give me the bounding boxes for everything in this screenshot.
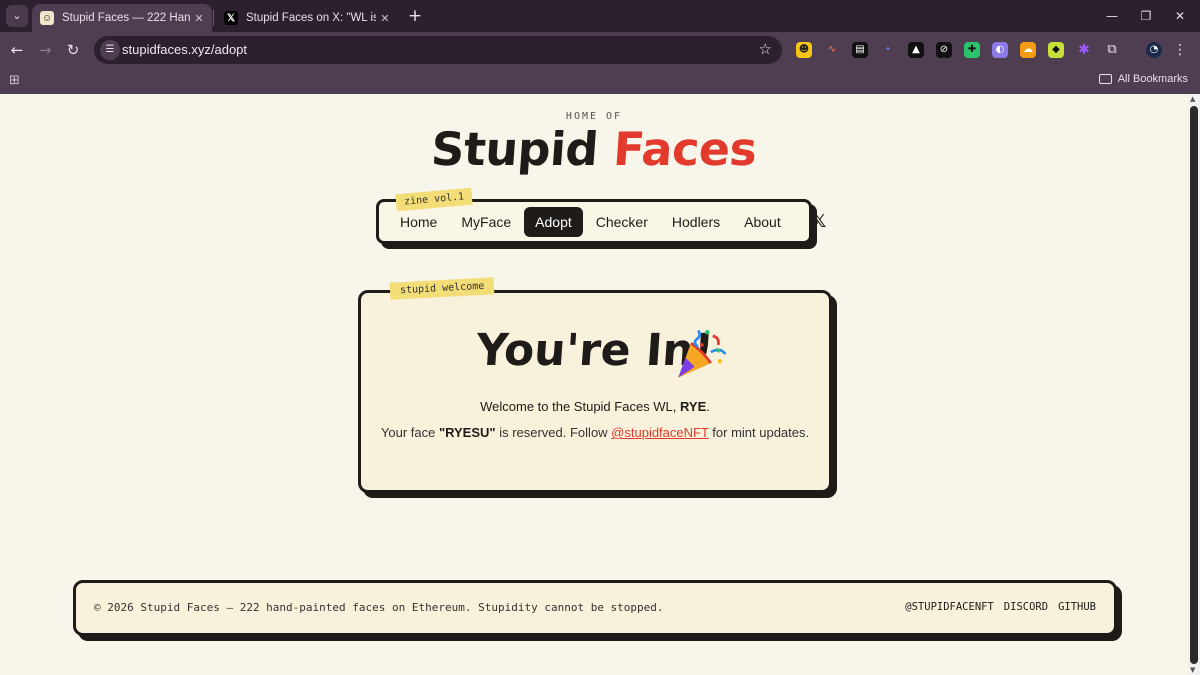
nav-checker[interactable]: Checker bbox=[585, 207, 659, 237]
address-bar[interactable]: ☰ stupidfaces.xyz/adopt ☆ bbox=[94, 36, 782, 64]
bookmark-star-icon[interactable]: ☆ bbox=[759, 40, 772, 58]
dot-extension-icon[interactable]: • bbox=[880, 42, 896, 58]
tab-title: Stupid Faces — 222 Hand-paint bbox=[62, 12, 190, 24]
footer-copyright: © 2026 Stupid Faces — 222 hand-painted f… bbox=[94, 601, 664, 614]
site-info-icon[interactable]: ☰ bbox=[100, 40, 120, 60]
film-extension-icon[interactable]: ▤ bbox=[852, 42, 868, 58]
minimize-window-button[interactable]: — bbox=[1102, 7, 1122, 25]
url-text[interactable]: stupidfaces.xyz/adopt bbox=[122, 42, 247, 57]
card-heading: You're In! bbox=[474, 325, 716, 376]
welcome-name: RYE bbox=[680, 399, 707, 414]
bookmarks-bar: ⊞ All Bookmarks bbox=[0, 68, 1200, 94]
page-scrollbar[interactable]: ▲ ▼ bbox=[1188, 94, 1200, 675]
wave-extension-icon[interactable]: ∿ bbox=[824, 42, 840, 58]
close-tab-icon[interactable]: ✕ bbox=[190, 12, 208, 25]
browser-toolbar: ← → ↻ ☰ stupidfaces.xyz/adopt ☆ ☻ ∿ ▤ • … bbox=[0, 32, 1200, 92]
x-logo-icon[interactable]: 𝕏 bbox=[812, 211, 827, 232]
restore-window-button[interactable]: ❐ bbox=[1136, 7, 1156, 25]
nav-hodlers[interactable]: Hodlers bbox=[661, 207, 731, 237]
profile-avatar[interactable]: ◔ bbox=[1146, 42, 1162, 58]
new-tab-button[interactable]: + bbox=[404, 6, 426, 28]
page-viewport: HOME OF Stupid Faces Home MyFace Adopt C… bbox=[0, 94, 1188, 675]
browser-tab-strip: ⌄ ☺ Stupid Faces — 222 Hand-paint ✕ 𝕏 St… bbox=[0, 0, 1200, 32]
extensions-puzzle-icon[interactable]: ⧉ bbox=[1104, 42, 1120, 58]
back-button[interactable]: ← bbox=[6, 39, 28, 61]
apps-grid-icon[interactable]: ⊞ bbox=[9, 73, 20, 88]
site-title-part1: Stupid bbox=[429, 122, 600, 176]
reserved-suffix: for mint updates. bbox=[708, 425, 810, 440]
tab-separator bbox=[213, 10, 214, 26]
welcome-text: Welcome to the Stupid Faces WL, RYE. bbox=[361, 399, 829, 414]
nav-adopt[interactable]: Adopt bbox=[524, 206, 583, 237]
ghost-extension-icon[interactable]: ◐ bbox=[992, 42, 1008, 58]
folder-icon bbox=[1098, 74, 1112, 84]
tab-stupid-faces[interactable]: ☺ Stupid Faces — 222 Hand-paint ✕ bbox=[32, 4, 212, 32]
triangle-extension-icon[interactable]: ▲ bbox=[908, 42, 924, 58]
sparkle-extension-icon[interactable]: ✱ bbox=[1076, 42, 1092, 58]
welcome-card: You're In! Welcome to the Stupid Faces W… bbox=[358, 290, 832, 493]
smiley-extension-icon[interactable]: ☻ bbox=[796, 42, 812, 58]
reserved-text: Your face "RYESU" is reserved. Follow @s… bbox=[361, 425, 829, 440]
tab-x-post[interactable]: 𝕏 Stupid Faces on X: "WL is LIVE ✕ bbox=[216, 4, 398, 32]
twitter-handle-link[interactable]: @stupidfaceNFT bbox=[611, 425, 709, 440]
party-popper-icon bbox=[678, 329, 727, 378]
nav-myface[interactable]: MyFace bbox=[450, 207, 522, 237]
footer-links: @STUPIDFACENFT DISCORD GITHUB bbox=[905, 601, 1096, 613]
header-kicker: HOME OF bbox=[565, 111, 623, 122]
welcome-prefix: Welcome to the Stupid Faces WL, bbox=[480, 399, 681, 414]
reserved-middle: is reserved. Follow bbox=[495, 425, 612, 440]
all-bookmarks-label: All Bookmarks bbox=[1117, 73, 1188, 85]
puzzle-green-extension-icon[interactable]: ✚ bbox=[964, 42, 980, 58]
reload-button[interactable]: ↻ bbox=[62, 39, 84, 61]
forward-button[interactable]: → bbox=[34, 39, 56, 61]
reserved-face-name: "RYESU" bbox=[438, 425, 496, 440]
x-favicon-icon: 𝕏 bbox=[224, 11, 238, 25]
tab-search-button[interactable]: ⌄ bbox=[6, 5, 28, 27]
footer-link-github[interactable]: GITHUB bbox=[1058, 601, 1096, 613]
scroll-down-icon[interactable]: ▼ bbox=[1190, 666, 1195, 674]
footer-link-discord[interactable]: DISCORD bbox=[1004, 601, 1048, 613]
close-window-button[interactable]: ✕ bbox=[1170, 7, 1190, 25]
site-title-part2: Faces bbox=[611, 122, 759, 176]
welcome-suffix: . bbox=[706, 399, 710, 414]
browser-menu-icon[interactable]: ⋮ bbox=[1172, 42, 1188, 58]
link-extension-icon[interactable]: ⊘ bbox=[936, 42, 952, 58]
site-title[interactable]: Stupid Faces bbox=[0, 122, 1188, 176]
tab-title: Stupid Faces on X: "WL is LIVE bbox=[246, 12, 376, 24]
cloud-extension-icon[interactable]: ☁ bbox=[1020, 42, 1036, 58]
scroll-up-icon[interactable]: ▲ bbox=[1190, 95, 1195, 103]
footer-link-twitter[interactable]: @STUPIDFACENFT bbox=[905, 601, 994, 613]
nav-about[interactable]: About bbox=[733, 207, 792, 237]
reserved-prefix: Your face bbox=[380, 425, 439, 440]
close-tab-icon[interactable]: ✕ bbox=[376, 12, 394, 25]
wallet-extension-icon[interactable]: ◆ bbox=[1048, 42, 1064, 58]
site-footer: © 2026 Stupid Faces — 222 hand-painted f… bbox=[73, 580, 1117, 636]
all-bookmarks-button[interactable]: All Bookmarks bbox=[1098, 73, 1188, 85]
stupidfaces-favicon-icon: ☺ bbox=[40, 11, 54, 25]
scrollbar-thumb[interactable] bbox=[1190, 106, 1198, 664]
